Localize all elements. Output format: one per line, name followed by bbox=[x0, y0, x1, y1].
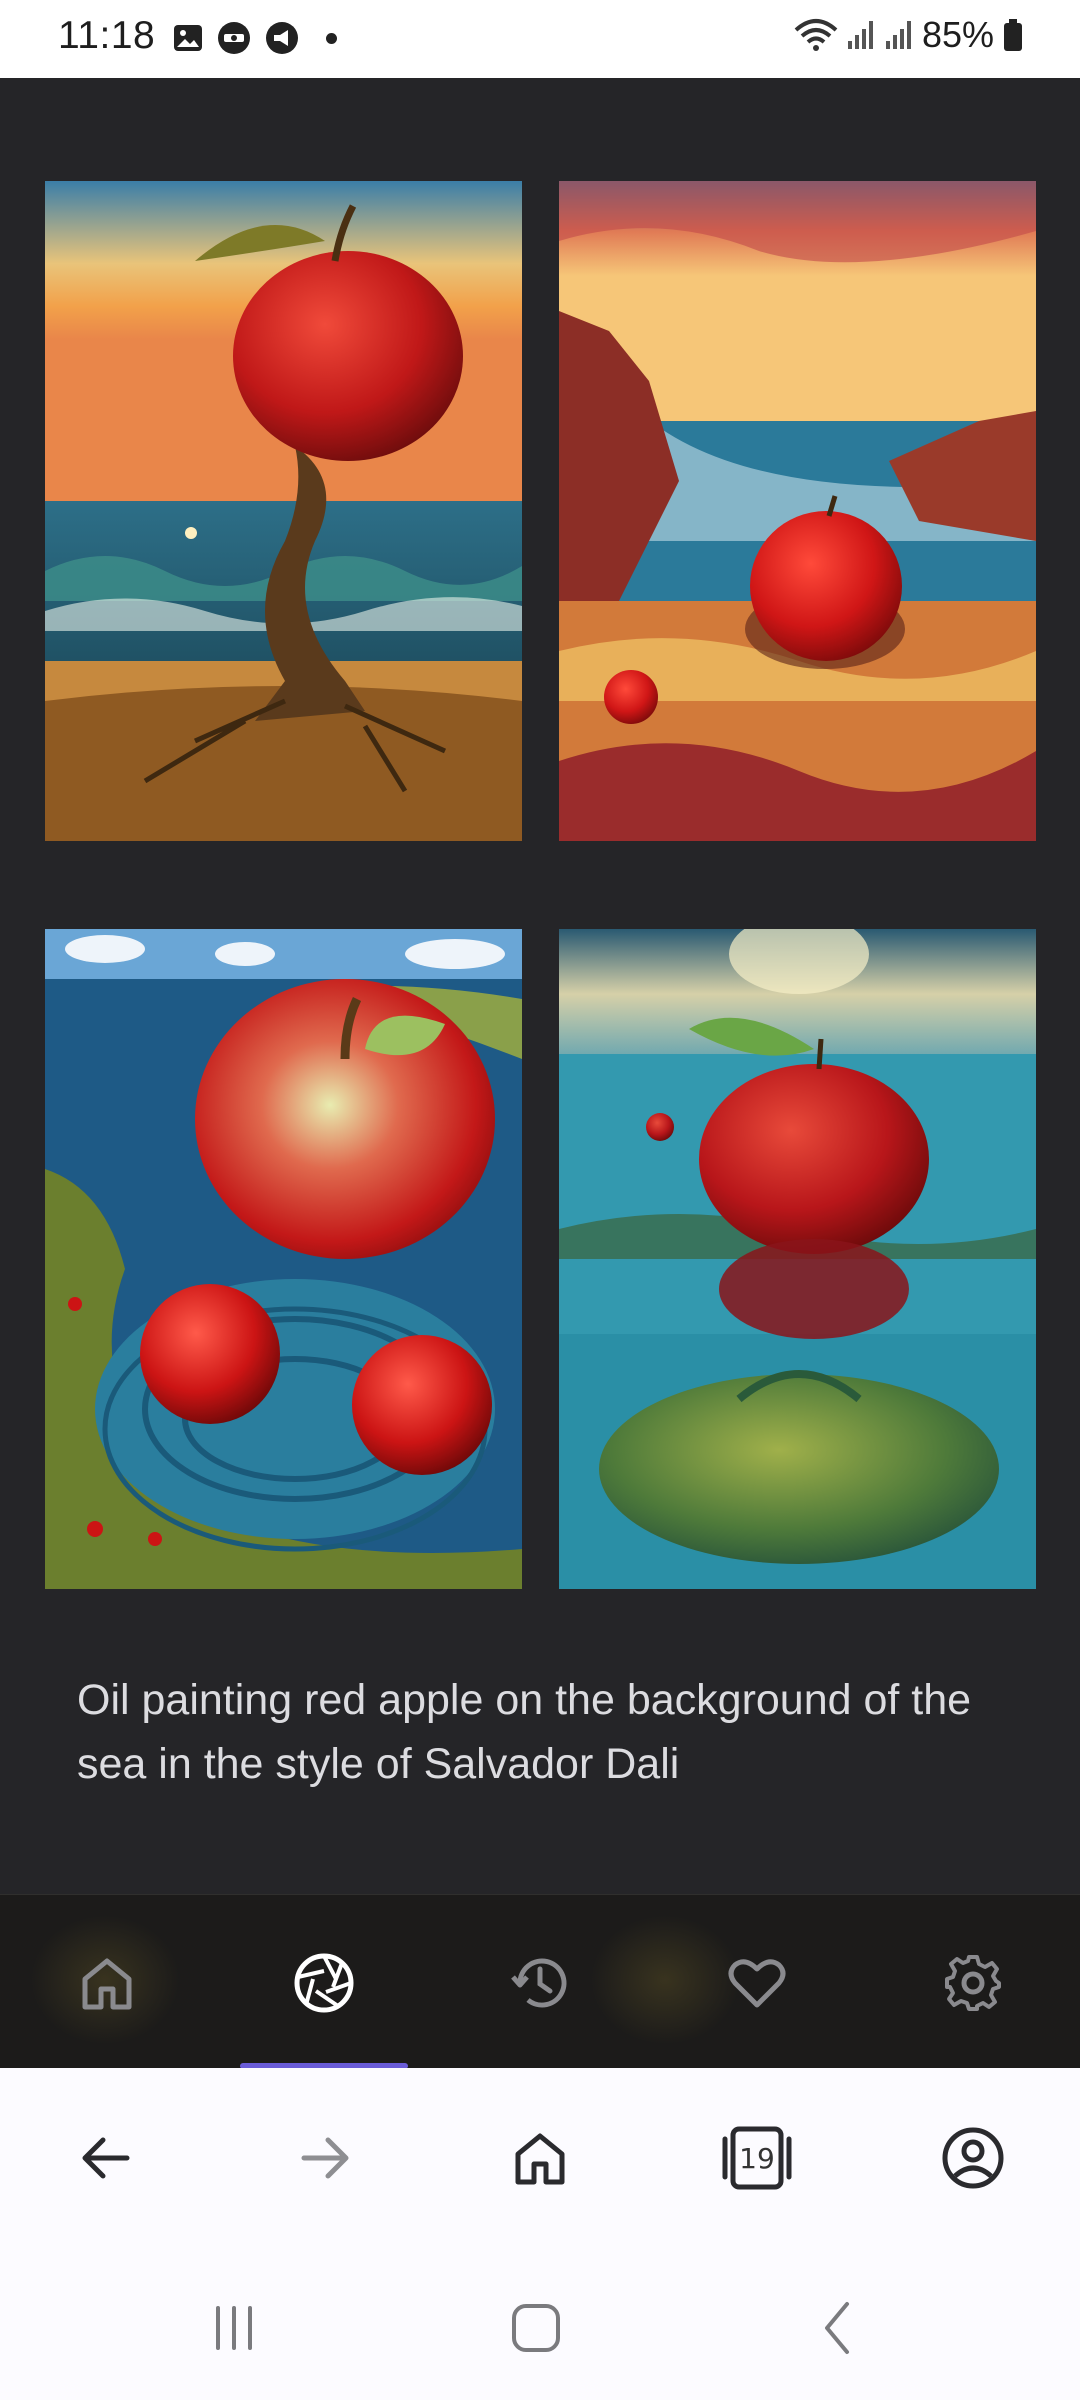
recents-button[interactable] bbox=[189, 2288, 279, 2368]
generation-result: Oil painting red apple on the background… bbox=[0, 78, 1080, 1894]
home-square-icon bbox=[512, 2304, 560, 2352]
sync-notification-icon bbox=[218, 22, 250, 54]
generated-image-1[interactable] bbox=[45, 181, 522, 841]
arrow-left-icon bbox=[82, 2137, 130, 2179]
apples-in-swirling-water-image bbox=[45, 929, 522, 1589]
status-bar: 11:18 85% bbox=[0, 0, 1080, 78]
generated-image-3[interactable] bbox=[45, 929, 522, 1589]
apple-on-twisted-trunk-image bbox=[45, 181, 522, 841]
history-icon bbox=[511, 1958, 567, 2008]
battery-icon bbox=[1004, 19, 1022, 51]
system-home-button[interactable] bbox=[491, 2288, 581, 2368]
notification-icons bbox=[172, 20, 337, 56]
account-circle-icon bbox=[942, 2127, 1004, 2189]
wifi-icon bbox=[794, 19, 838, 51]
megaphone-notification-icon bbox=[266, 22, 298, 54]
prompt-text: Oil painting red apple on the background… bbox=[77, 1676, 972, 1788]
generated-image-4[interactable] bbox=[559, 929, 1036, 1589]
home-icon bbox=[515, 2133, 565, 2185]
status-right: 85% bbox=[794, 14, 1024, 56]
browser-forward-button[interactable] bbox=[274, 2108, 374, 2208]
battery-percent: 85% bbox=[921, 14, 994, 55]
apple-on-rocky-shore-image bbox=[559, 181, 1036, 841]
system-back-button[interactable] bbox=[794, 2288, 884, 2368]
browser-home-button[interactable] bbox=[490, 2108, 590, 2208]
signal-icon-2 bbox=[885, 21, 911, 49]
gear-icon bbox=[945, 1955, 1001, 2011]
more-notifications-dot bbox=[326, 32, 337, 44]
tab-count: 19 bbox=[739, 2141, 775, 2175]
heart-icon bbox=[728, 1959, 786, 2008]
nav-generate-button[interactable] bbox=[276, 1935, 372, 2031]
back-chevron-icon bbox=[825, 2302, 849, 2354]
browser-tabs-button[interactable]: 19 bbox=[707, 2108, 807, 2208]
generated-image-2[interactable] bbox=[559, 181, 1036, 841]
recents-icon bbox=[216, 2306, 252, 2350]
app-bottom-nav bbox=[0, 1894, 1080, 2069]
camera-aperture-icon bbox=[294, 1953, 354, 2013]
status-time: 11:18 bbox=[58, 14, 156, 57]
image-notification-icon bbox=[174, 25, 202, 51]
nav-home-button[interactable] bbox=[59, 1935, 155, 2031]
arrow-right-icon bbox=[301, 2137, 349, 2179]
browser-profile-button[interactable] bbox=[923, 2108, 1023, 2208]
signal-icon-1 bbox=[847, 21, 873, 49]
nav-history-button[interactable] bbox=[492, 1935, 588, 2031]
nav-settings-button[interactable] bbox=[925, 1935, 1021, 2031]
browser-toolbar: 19 bbox=[0, 2068, 1080, 2248]
system-nav-bar bbox=[0, 2248, 1080, 2400]
nav-favorites-button[interactable] bbox=[709, 1935, 805, 2031]
home-icon bbox=[82, 1958, 132, 2010]
browser-back-button[interactable] bbox=[57, 2108, 157, 2208]
apple-floating-over-sea-image bbox=[559, 929, 1036, 1589]
